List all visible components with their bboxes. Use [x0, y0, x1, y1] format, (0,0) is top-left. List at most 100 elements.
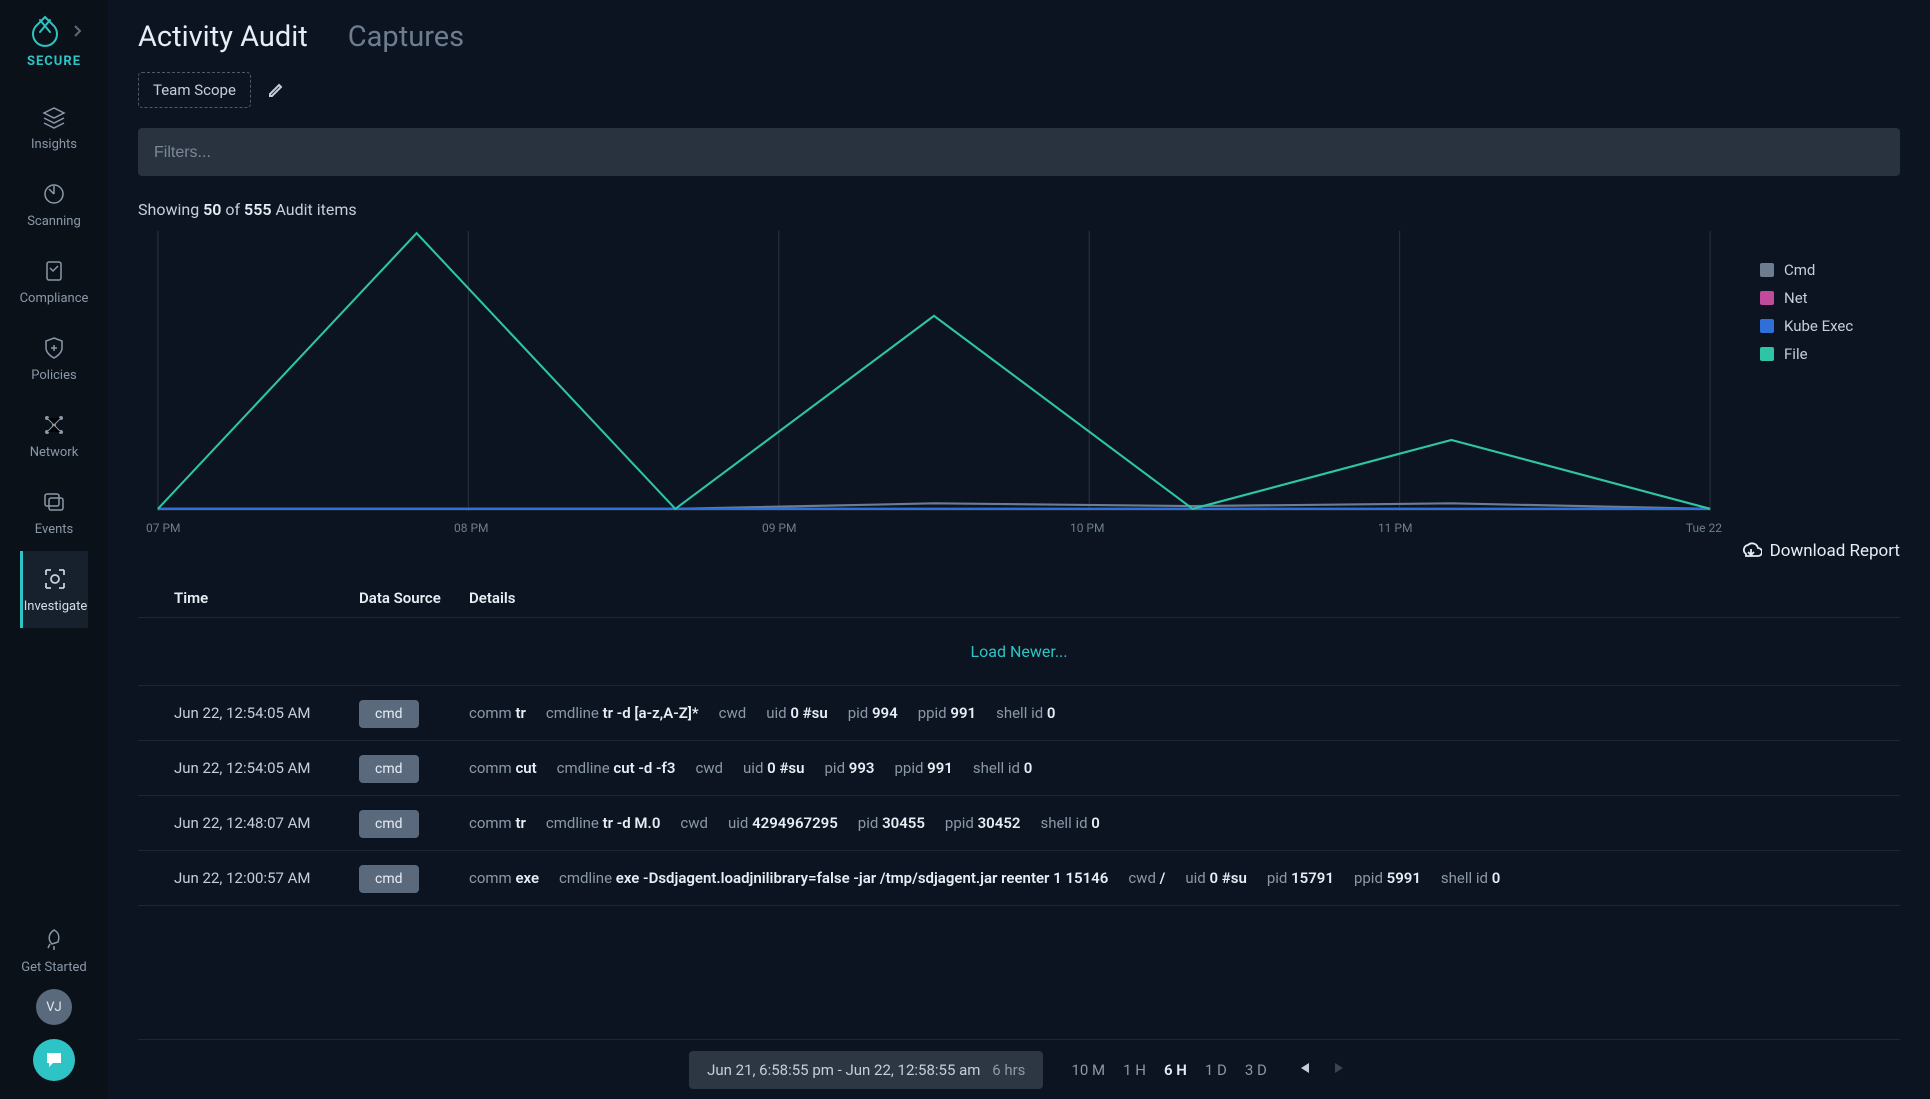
investigate-icon [41, 565, 69, 593]
sidebar-item-compliance[interactable]: Compliance [20, 243, 89, 320]
x-tick: 07 PM [146, 521, 181, 535]
range-option-6h[interactable]: 6 H [1164, 1061, 1187, 1079]
detail-pair: cmdline tr -d [a-z,A-Z]* [546, 704, 699, 722]
table-row[interactable]: Jun 22, 12:54:05 AMcmdcomm cutcmdline cu… [138, 741, 1900, 796]
row-time: Jun 22, 12:54:05 AM [174, 759, 359, 777]
x-tick: 09 PM [762, 521, 797, 535]
detail-pair: cwd [680, 814, 708, 832]
detail-pair: comm tr [469, 704, 526, 722]
sidebar-item-get-started[interactable]: Get Started [0, 912, 108, 989]
table-row[interactable]: Jun 22, 12:00:57 AMcmdcomm exe cmdline ex… [138, 851, 1900, 906]
time-next-button[interactable] [1331, 1060, 1349, 1079]
detail-pair: uid 0 #su [1185, 869, 1246, 887]
detail-pair: ppid 30452 [945, 814, 1021, 832]
row-source: cmd [359, 814, 469, 832]
range-option-1h[interactable]: 1 H [1123, 1061, 1146, 1079]
row-source: cmd [359, 869, 469, 887]
detail-pair: pid 30455 [858, 814, 925, 832]
sidebar: SECURE InsightsScanningCompliancePolicie… [0, 0, 108, 1099]
x-tick: Tue 22 [1686, 521, 1722, 535]
sidebar-item-insights[interactable]: Insights [20, 89, 89, 166]
row-source: cmd [359, 704, 469, 722]
sidebar-label: Compliance [20, 291, 89, 306]
detail-pair: cmdline exe -Dsdjagent.loadjnilibrary=fa… [559, 869, 1108, 887]
chat-icon [43, 1049, 65, 1071]
sidebar-item-investigate[interactable]: Investigate [20, 551, 89, 628]
time-nav [1295, 1060, 1349, 1079]
detail-pair: uid 0 #su [766, 704, 827, 722]
detail-pair: pid 994 [848, 704, 898, 722]
tab-activity-audit[interactable]: Activity Audit [138, 20, 308, 54]
team-scope-chip[interactable]: Team Scope [138, 72, 251, 108]
detail-pair: uid 0 #su [743, 759, 804, 777]
time-prev-button[interactable] [1295, 1060, 1313, 1079]
avatar[interactable]: VJ [36, 989, 72, 1025]
x-tick: 08 PM [454, 521, 489, 535]
sidebar-item-network[interactable]: Network [20, 397, 89, 474]
row-details: comm tr cmdline tr -d [a-z,A-Z]* cwd uid 0… [469, 704, 1864, 722]
row-time: Jun 22, 12:54:05 AM [174, 704, 359, 722]
row-time: Jun 22, 12:00:57 AM [174, 869, 359, 887]
row-details: comm exe cmdline exe -Dsdjagent.loadjnili… [469, 869, 1864, 887]
detail-pair: uid 4294967295 [728, 814, 838, 832]
load-newer-link[interactable]: Load Newer... [138, 618, 1900, 686]
sidebar-label: Network [30, 445, 79, 460]
time-range-display[interactable]: Jun 21, 6:58:55 pm - Jun 22, 12:58:55 am… [689, 1051, 1043, 1089]
detail-pair: ppid 5991 [1354, 869, 1421, 887]
scope-row: Team Scope [138, 72, 1900, 108]
detail-pair: shell id 0 [996, 704, 1055, 722]
detail-pair: ppid 991 [918, 704, 976, 722]
legend-item-file[interactable]: File [1760, 345, 1900, 363]
row-details: comm trcmdline tr -d M.0cwd uid 42949672… [469, 814, 1864, 832]
range-option-1d[interactable]: 1 D [1205, 1061, 1227, 1079]
legend-item-net[interactable]: Net [1760, 289, 1900, 307]
scanning-icon [40, 180, 68, 208]
legend-item-cmd[interactable]: Cmd [1760, 261, 1900, 279]
chat-fab[interactable] [33, 1039, 75, 1081]
sidebar-item-events[interactable]: Events [20, 474, 89, 551]
col-details: Details [469, 589, 1864, 607]
detail-pair: cmdline tr -d M.0 [546, 814, 661, 832]
detail-pair: pid 15791 [1267, 869, 1334, 887]
rocket-icon [40, 926, 68, 954]
sidebar-item-scanning[interactable]: Scanning [20, 166, 89, 243]
sidebar-label: Investigate [24, 599, 87, 614]
filters-input[interactable] [154, 144, 1884, 162]
main-content: Activity AuditCaptures Team Scope Showin… [108, 0, 1930, 1099]
detail-pair: cwd [719, 704, 747, 722]
sidebar-label: Scanning [27, 214, 81, 229]
events-icon [40, 488, 68, 516]
sidebar-label: Insights [31, 137, 77, 152]
range-option-3d[interactable]: 3 D [1245, 1061, 1267, 1079]
sidebar-label: Policies [31, 368, 76, 383]
download-report-button[interactable]: Download Report [1740, 541, 1900, 561]
detail-pair: comm exe [469, 869, 539, 887]
legend-swatch [1760, 291, 1774, 305]
chevron-right-icon[interactable] [72, 24, 82, 38]
table-row[interactable]: Jun 22, 12:48:07 AMcmdcomm trcmdline tr … [138, 796, 1900, 851]
pencil-icon[interactable] [267, 81, 285, 99]
detail-pair: comm cut [469, 759, 537, 777]
legend-swatch [1760, 347, 1774, 361]
detail-pair: shell id 0 [1040, 814, 1099, 832]
row-source: cmd [359, 759, 469, 777]
detail-pair: cwd / [1128, 869, 1165, 887]
legend-swatch [1760, 263, 1774, 277]
timebar: Jun 21, 6:58:55 pm - Jun 22, 12:58:55 am… [138, 1039, 1900, 1099]
activity-chart[interactable]: 07 PM08 PM09 PM10 PM11 PMTue 22 [138, 231, 1730, 511]
col-time: Time [174, 589, 359, 607]
legend-item-kube-exec[interactable]: Kube Exec [1760, 317, 1900, 335]
sidebar-item-policies[interactable]: Policies [20, 320, 89, 397]
policies-icon [40, 334, 68, 362]
logo-row [26, 12, 82, 50]
source-badge: cmd [359, 700, 419, 728]
legend: Cmd Net Kube Exec File [1760, 231, 1900, 511]
range-option-10m[interactable]: 10 M [1071, 1061, 1105, 1079]
filters-bar[interactable] [138, 128, 1900, 176]
source-badge: cmd [359, 810, 419, 838]
detail-pair: pid 993 [825, 759, 875, 777]
detail-pair: shell id 0 [973, 759, 1032, 777]
tab-captures[interactable]: Captures [348, 20, 464, 54]
table-row[interactable]: Jun 22, 12:54:05 AMcmdcomm trcmdline tr … [138, 686, 1900, 741]
source-badge: cmd [359, 755, 419, 783]
